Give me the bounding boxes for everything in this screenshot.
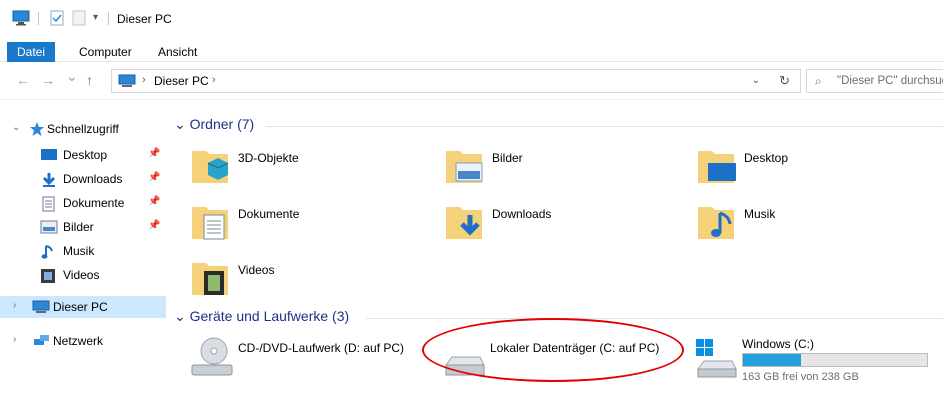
pin-icon: 📌 (148, 196, 161, 207)
sidebar-item-musik[interactable]: Musik (0, 240, 166, 262)
pin-icon: 📌 (148, 148, 161, 159)
drive-label: CD-/DVD-Laufwerk (D: auf PC) (238, 341, 405, 355)
folder-label: Musik (744, 207, 776, 221)
documents-folder-icon (190, 201, 230, 244)
pin-icon: 📌 (148, 220, 161, 231)
dvd-drive-icon (190, 335, 234, 382)
pictures-icon (40, 220, 58, 237)
drive-windows-c[interactable]: Windows (C:) 163 GB frei von 238 GB (694, 331, 940, 391)
tab-ansicht[interactable]: Ansicht (148, 42, 207, 62)
downloads-folder-icon (444, 201, 484, 244)
sidebar-item-netzwerk[interactable]: › Netzwerk (0, 330, 166, 352)
address-bar[interactable]: › Dieser PC › ⌄ ↻ (111, 69, 801, 93)
folder-desktop[interactable]: Desktop (696, 145, 936, 193)
ribbon-tabs: Datei Computer Ansicht (0, 38, 943, 62)
highlight-ellipse (422, 318, 684, 382)
disk-free-text: 163 GB frei von 238 GB (742, 371, 859, 383)
music-icon (40, 244, 56, 263)
divider (266, 126, 943, 127)
new-folder-icon[interactable] (72, 10, 86, 29)
pictures-folder-icon (444, 145, 484, 188)
group-header-ordner[interactable]: ⌄ Ordner (7) (174, 116, 254, 133)
group-header-geraete[interactable]: ⌄ Geräte und Laufwerke (3) (174, 308, 349, 325)
windows-drive-icon (694, 337, 738, 384)
desktop-icon (40, 148, 58, 165)
sidebar-item-label: Netzwerk (53, 334, 104, 348)
separator (38, 12, 39, 25)
this-pc-icon (32, 300, 50, 317)
this-pc-icon (12, 10, 30, 29)
folder-musik[interactable]: Musik (696, 201, 936, 249)
sidebar-item-label: Downloads (63, 172, 123, 186)
folder-label: Videos (238, 263, 275, 277)
search-icon: ⌕ (815, 74, 822, 88)
back-button[interactable]: ← (16, 72, 30, 88)
breadcrumb-chevron-icon[interactable]: › (212, 74, 216, 86)
documents-icon (40, 196, 56, 215)
folder-label: Dokumente (238, 207, 300, 221)
sidebar-item-downloads[interactable]: Downloads 📌 (0, 168, 166, 190)
search-box[interactable]: ⌕ "Dieser PC" durchsuchen (806, 69, 943, 93)
drive-dvd[interactable]: CD-/DVD-Laufwerk (D: auf PC) (190, 335, 440, 395)
folder-3d-objekte[interactable]: 3D-Objekte (190, 145, 430, 193)
folder-label: Bilder (492, 151, 523, 165)
sidebar-item-desktop[interactable]: Desktop 📌 (0, 144, 166, 166)
address-history-icon[interactable]: ⌄ (752, 75, 760, 86)
expand-icon[interactable]: › (13, 300, 16, 311)
sidebar-item-label: Schnellzugriff (47, 122, 119, 136)
recent-locations-button[interactable]: ⌄ (66, 68, 78, 85)
folder-label: Downloads (492, 207, 552, 221)
sidebar-item-label: Dieser PC (53, 300, 108, 314)
disk-usage-fill (743, 354, 801, 366)
window-title: Dieser PC (117, 12, 172, 26)
breadcrumb-chevron-icon[interactable]: › (142, 74, 146, 86)
videos-folder-icon (190, 257, 230, 300)
network-icon (32, 334, 50, 351)
navigation-pane: ⌄ Schnellzugriff Desktop 📌 Downloads 📌 D… (0, 100, 166, 387)
up-button[interactable]: ↑ (86, 72, 93, 88)
expand-icon[interactable]: ⌄ (12, 122, 20, 133)
refresh-icon[interactable]: ↻ (779, 73, 790, 89)
folder-bilder[interactable]: Bilder (444, 145, 684, 193)
sidebar-item-dokumente[interactable]: Dokumente 📌 (0, 192, 166, 214)
folder-label: Desktop (744, 151, 789, 165)
sidebar-item-label: Bilder (63, 220, 94, 234)
breadcrumb[interactable]: Dieser PC (154, 74, 209, 88)
sidebar-item-label: Dokumente (63, 196, 125, 210)
sidebar-item-bilder[interactable]: Bilder 📌 (0, 216, 166, 238)
properties-icon[interactable] (50, 10, 64, 29)
this-pc-icon (118, 74, 136, 91)
sidebar-item-label: Musik (63, 244, 95, 258)
expand-icon[interactable]: › (13, 334, 16, 345)
downloads-icon (40, 172, 58, 191)
navigation-bar: ← → ⌄ ↑ › Dieser PC › ⌄ ↻ ⌕ "Dieser PC" … (0, 62, 943, 100)
separator (108, 12, 109, 25)
group-header-label: Geräte und Laufwerke (3) (189, 308, 350, 324)
sidebar-item-schnellzugriff[interactable]: ⌄ Schnellzugriff (0, 118, 166, 140)
sidebar-item-label: Videos (63, 268, 100, 282)
music-folder-icon (696, 201, 736, 244)
folder-videos[interactable]: Videos (190, 257, 430, 305)
forward-button[interactable]: → (41, 72, 55, 88)
3d-objects-icon (190, 145, 230, 188)
videos-icon (40, 268, 56, 287)
sidebar-item-label: Desktop (63, 148, 108, 162)
disk-usage-bar (742, 353, 928, 367)
sidebar-item-dieser-pc[interactable]: › Dieser PC (0, 296, 166, 318)
sidebar-item-videos[interactable]: Videos (0, 264, 166, 286)
title-bar: ▾ Dieser PC (0, 0, 943, 38)
group-header-label: Ordner (7) (189, 116, 255, 132)
tab-computer[interactable]: Computer (69, 42, 142, 62)
tab-datei[interactable]: Datei (7, 42, 56, 62)
desktop-folder-icon (696, 145, 736, 188)
drive-label: Windows (C:) (742, 337, 815, 351)
folder-label: 3D-Objekte (238, 151, 299, 165)
folder-dokumente[interactable]: Dokumente (190, 201, 430, 249)
search-input[interactable]: "Dieser PC" durchsuchen (837, 75, 943, 87)
star-icon (29, 121, 45, 140)
quick-access-dropdown-icon[interactable]: ▾ (93, 12, 98, 23)
divider (366, 318, 943, 319)
pin-icon: 📌 (148, 172, 161, 183)
folder-downloads[interactable]: Downloads (444, 201, 684, 249)
